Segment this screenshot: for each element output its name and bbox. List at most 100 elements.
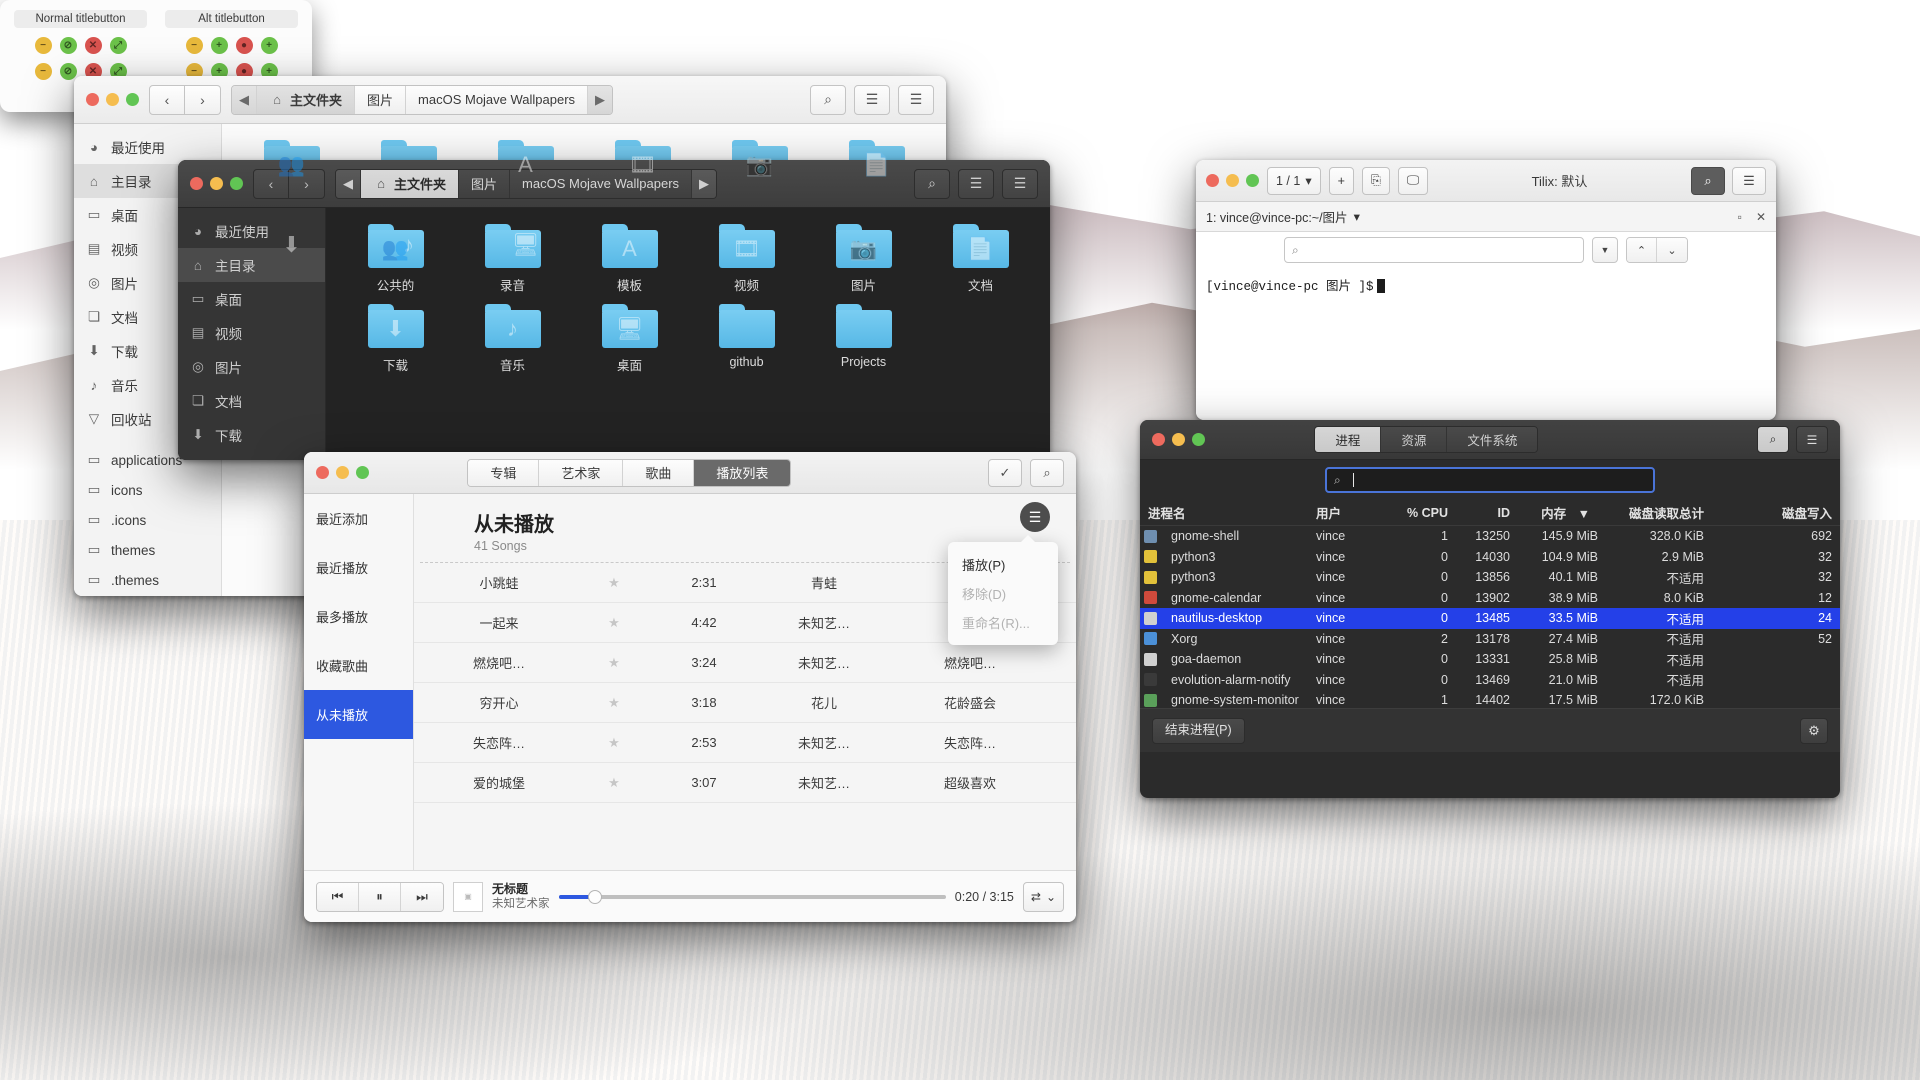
sidebar-item-6[interactable]: ⬇ 下载 [178, 418, 325, 452]
context-menu[interactable]: 播放(P) 移除(D) 重命名(R)... [948, 535, 1058, 645]
minimize-button[interactable] [210, 177, 223, 190]
playlist-item-4[interactable]: 从未播放 [304, 690, 413, 739]
view-tabs[interactable]: 进程 资源 文件系统 [1314, 426, 1539, 453]
split-button[interactable]: ⎘ [1361, 166, 1390, 195]
system-monitor-window[interactable]: 进程 资源 文件系统 ⌕ ☰ ⌕ 进程名 用户% CPU ID 内存 ▼ 磁盘读取总计 磁盘写入… [1140, 420, 1840, 798]
column-header-5[interactable]: 磁盘读取总计 [1606, 503, 1712, 522]
star-icon[interactable]: ★ [584, 735, 644, 751]
search-button[interactable]: ⌕ [810, 84, 846, 115]
sidebar-item-2[interactable]: ▭ 桌面 [178, 282, 325, 316]
forward-button[interactable]: › [185, 84, 221, 115]
music-window[interactable]: 专辑 艺术家 歌曲 播放列表 ✓ ⌕ 最近添加 最近播放 最多播放 收藏歌曲 从未播放 从未播放… [304, 452, 1076, 922]
select-button[interactable]: ✓ [988, 458, 1022, 487]
find-next-button[interactable]: ⌄ [1657, 238, 1687, 262]
close-button[interactable] [1152, 433, 1165, 446]
breadcrumb-item[interactable]: ⌂ 主文件夹 [257, 85, 356, 114]
menu-button[interactable]: ☰ [1731, 166, 1766, 195]
column-header-2[interactable]: % CPU [1386, 506, 1456, 520]
titlebutton-0[interactable]: − [34, 63, 52, 80]
search-button[interactable]: ⌕ [1030, 458, 1064, 487]
tab-0[interactable]: 专辑 [468, 459, 540, 486]
terminal-tab[interactable]: 1: vince@vince-pc:~/图片 ▾ ▫ ✕ [1196, 202, 1776, 232]
nav-buttons[interactable]: ‹ › [149, 84, 221, 115]
menu-button[interactable]: ☰ [1002, 168, 1038, 199]
find-input[interactable]: ⌕ [1284, 237, 1584, 263]
tilix-window[interactable]: 1 / 1 ▾ + ⎘ 🖵 Tilix: 默认 ⌕ ☰ 1: vince@vinc… [1196, 160, 1776, 420]
tab-0[interactable]: 进程 [1315, 427, 1382, 452]
tab-1[interactable]: 艺术家 [539, 459, 624, 486]
table-row[interactable]: Xorg vince 2 13178 27.4 MiB 不适用 52 [1140, 629, 1840, 650]
sidebar-item-5[interactable]: ❏ 文档 [178, 384, 325, 418]
header-buttons[interactable]: ⌕ ☰ [1756, 426, 1828, 453]
search-button[interactable]: ⌕ [914, 168, 950, 199]
titlebutton-0[interactable]: − [185, 37, 203, 54]
folder-item[interactable]: Projects [810, 304, 917, 374]
star-icon[interactable]: ★ [584, 655, 644, 671]
maximize-button[interactable] [126, 93, 139, 106]
find-options-button[interactable]: ▼ [1592, 237, 1618, 263]
column-header-4[interactable]: 内存 ▼ [1518, 503, 1606, 522]
traffic-lights[interactable] [316, 466, 369, 479]
find-nav[interactable]: ⌃ ⌄ [1626, 237, 1688, 263]
titlebutton-2[interactable]: ● [235, 37, 253, 54]
menu-button[interactable]: ☰ [1795, 426, 1828, 453]
folder-item[interactable]: ⬇ 下载 [342, 304, 449, 374]
table-row[interactable]: gnome-shell vince 1 13250 145.9 MiB 328.0 KiB… [1140, 526, 1840, 547]
list-view-button[interactable]: ☰ [854, 84, 890, 115]
traffic-lights[interactable] [1152, 433, 1205, 446]
titlebutton-1[interactable]: ⊘ [59, 63, 77, 80]
header-buttons[interactable]: ⌕ ☰ ☰ [810, 84, 934, 115]
breadcrumb-item[interactable]: ▶ [692, 169, 717, 198]
menu-item-0[interactable]: 播放(P) [948, 550, 1058, 579]
titlebutton-2[interactable]: ✕ [84, 37, 102, 54]
sidebar-item-12[interactable]: ▭ themes [74, 535, 221, 565]
table-row[interactable]: python3 vince 0 13856 40.1 MiB 不适用 32 [1140, 567, 1840, 588]
traffic-lights[interactable] [1206, 174, 1259, 187]
playlist-item-1[interactable]: 最近播放 [304, 543, 413, 592]
menu-item-2[interactable]: 重命名(R)... [948, 608, 1058, 637]
find-prev-button[interactable]: ⌃ [1627, 238, 1657, 262]
star-icon[interactable]: ★ [584, 775, 644, 791]
table-row[interactable]: gnome-system-monitor vince 1 14402 17.5 MiB 1… [1140, 690, 1840, 708]
terminal-tab-buttons[interactable]: ▫ ✕ [1738, 210, 1766, 224]
process-table[interactable]: gnome-shell vince 1 13250 145.9 MiB 328.0 KiB… [1140, 526, 1840, 708]
maximize-button[interactable] [1192, 433, 1205, 446]
titlebutton-1[interactable]: + [210, 37, 228, 54]
menu-button[interactable]: ☰ [898, 84, 934, 115]
chevron-down-icon[interactable]: ▾ [1354, 209, 1360, 224]
previous-button[interactable]: ⏮ [317, 882, 359, 911]
next-button[interactable]: ⏭ [401, 882, 443, 911]
sidebar-item-4[interactable]: ◎ 图片 [178, 350, 325, 384]
sidebar-item-11[interactable]: ▭ .icons [74, 505, 221, 535]
header-buttons[interactable]: ✓ ⌕ [988, 458, 1064, 487]
sidebar-item-0[interactable]: ◕ 最近使用 [74, 130, 221, 164]
sidebar-item-7[interactable]: ♪音乐 [178, 452, 325, 460]
session-manager-button[interactable]: 🖵 [1397, 166, 1428, 195]
minimize-button[interactable] [336, 466, 349, 479]
gear-icon[interactable]: ⚙ [1800, 717, 1828, 744]
maximize-icon[interactable]: ▫ [1738, 210, 1742, 224]
close-button[interactable] [1206, 174, 1219, 187]
sidebar-item-10[interactable]: ▭ icons [74, 475, 221, 505]
menu-item-1[interactable]: 移除(D) [948, 579, 1058, 608]
column-header-3[interactable]: ID [1456, 506, 1518, 520]
folder-item[interactable]: ♪ 音乐 [459, 304, 566, 374]
close-button[interactable] [316, 466, 329, 479]
tab-1[interactable]: 资源 [1381, 427, 1448, 452]
table-row[interactable]: gnome-calendar vince 0 13902 38.9 MiB 8.0 KiB… [1140, 588, 1840, 609]
star-icon[interactable]: ★ [584, 575, 644, 591]
close-button[interactable] [86, 93, 99, 106]
search-row[interactable]: ⌕ [1140, 460, 1840, 500]
header-buttons[interactable]: ⌕ ☰ [1690, 166, 1766, 195]
playlist-sidebar[interactable]: 最近添加 最近播放 最多播放 收藏歌曲 从未播放 [304, 494, 414, 870]
session-selector[interactable]: 1 / 1 ▾ [1267, 166, 1321, 195]
repeat-button[interactable]: ⇄ ⌄ [1022, 881, 1064, 912]
header-buttons[interactable]: ⌕ ☰ ☰ [914, 168, 1038, 199]
breadcrumb-item[interactable]: ▶ [588, 85, 613, 114]
maximize-button[interactable] [230, 177, 243, 190]
song-row[interactable]: 燃烧吧… ★ 3:24 未知艺… 燃烧吧… [414, 643, 1076, 683]
minimize-button[interactable] [1226, 174, 1239, 187]
song-row[interactable]: 爱的城堡 ★ 3:07 未知艺… 超级喜欢 [414, 763, 1076, 803]
breadcrumb[interactable]: ◀ ⌂ 主文件夹 图片 macOS Mojave Wallpapers ▶ [231, 84, 614, 115]
breadcrumb-item[interactable]: ◀ [336, 169, 361, 198]
